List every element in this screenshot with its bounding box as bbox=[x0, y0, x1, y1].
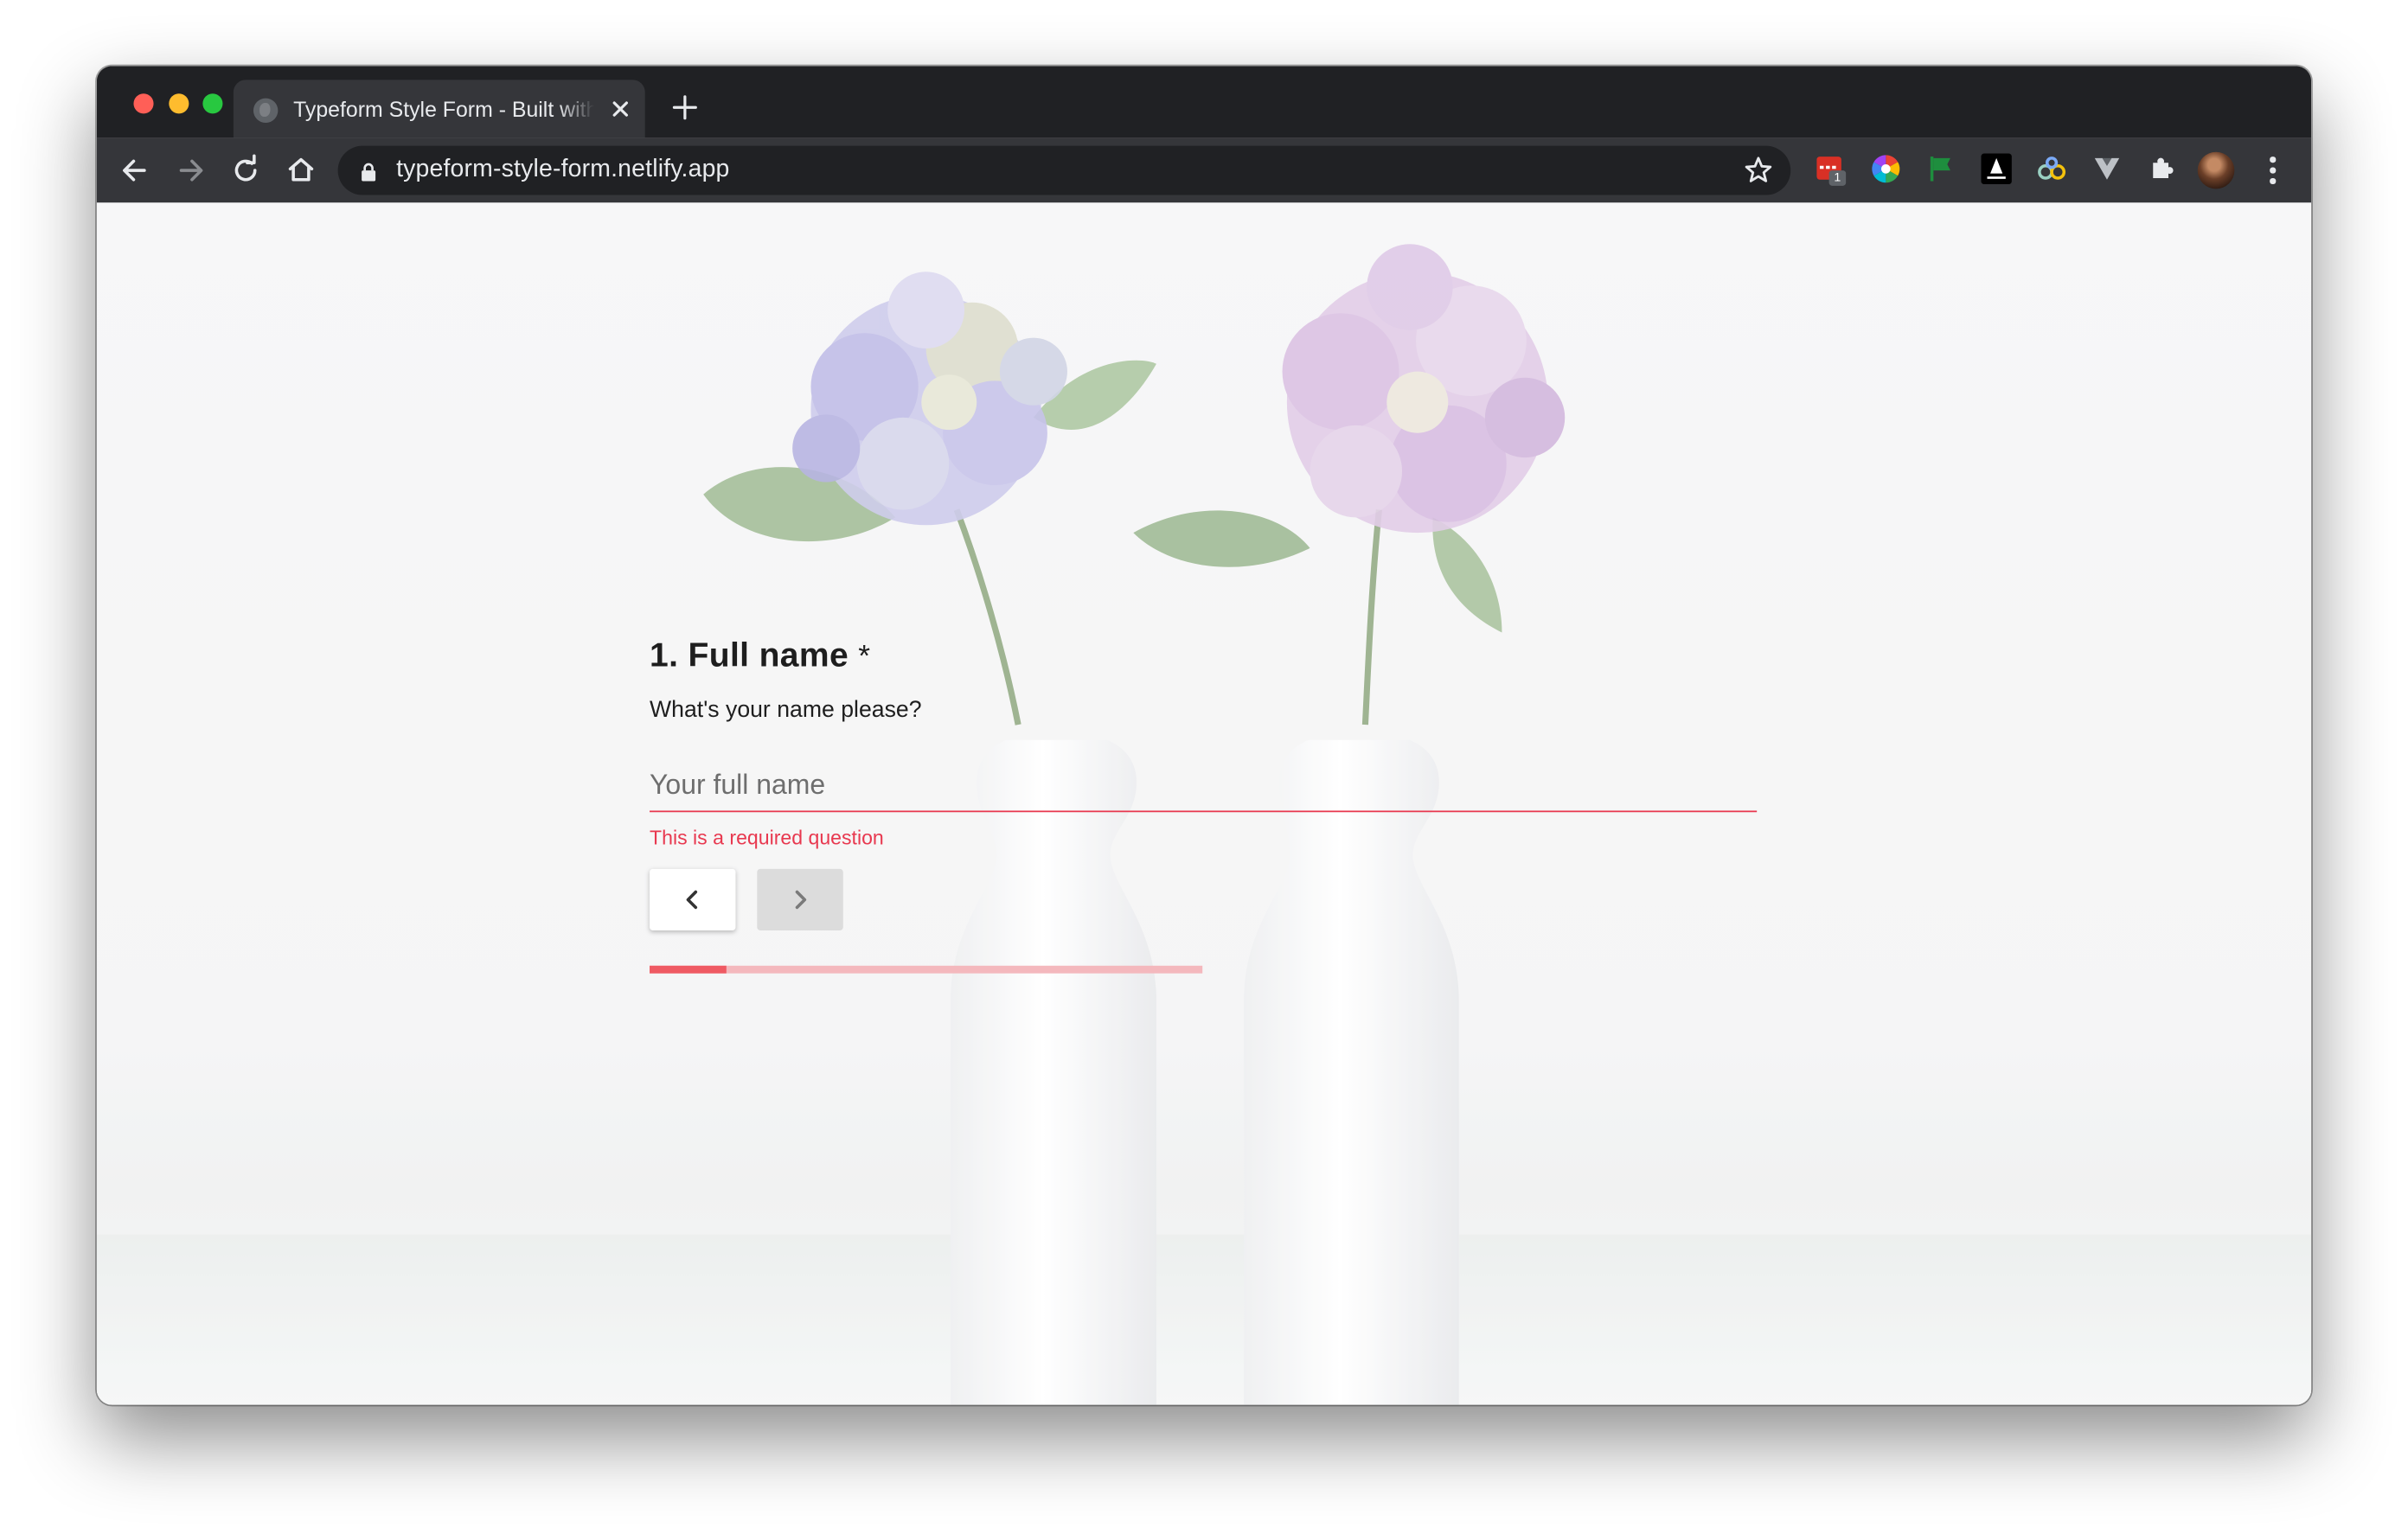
question-title: 1. Full name * bbox=[650, 636, 870, 675]
browser-window: Typeform Style Form - Built with Netlify bbox=[96, 66, 2312, 1405]
color-wheel-extension-icon[interactable] bbox=[1871, 154, 1902, 185]
form-progress-fill bbox=[650, 965, 727, 974]
url-text: typeform-style-form.netlify.app bbox=[396, 157, 730, 183]
next-question-button[interactable] bbox=[757, 868, 843, 930]
chevron-left-icon bbox=[686, 890, 698, 910]
tab-close-icon[interactable] bbox=[606, 95, 634, 123]
full-name-input[interactable] bbox=[650, 758, 1758, 813]
bookmark-star-icon[interactable] bbox=[1741, 154, 1775, 188]
home-icon[interactable] bbox=[281, 150, 321, 190]
profile-avatar[interactable] bbox=[2197, 151, 2235, 189]
astro-extension-icon[interactable] bbox=[1981, 153, 2012, 185]
lock-icon bbox=[361, 161, 376, 182]
zoom-window-button[interactable] bbox=[202, 93, 223, 114]
globe-icon bbox=[253, 98, 279, 124]
more-menu-icon[interactable] bbox=[2261, 154, 2285, 188]
browser-toolbar: typeform-style-form.netlify.app 1 bbox=[96, 137, 2312, 203]
previous-question-button[interactable] bbox=[650, 868, 736, 930]
chevron-right-icon bbox=[795, 890, 807, 910]
forward-arrow-icon[interactable] bbox=[170, 150, 210, 190]
question-number: 1. bbox=[650, 636, 679, 674]
question-label: Full name bbox=[688, 636, 849, 674]
tab-strip: Typeform Style Form - Built with Netlify bbox=[96, 66, 2312, 138]
flag-extension-icon[interactable] bbox=[1925, 154, 1956, 185]
reload-icon[interactable] bbox=[226, 150, 266, 190]
close-window-button[interactable] bbox=[133, 93, 154, 114]
extension-badge: 1 bbox=[1828, 170, 1847, 186]
back-arrow-icon[interactable] bbox=[115, 150, 155, 190]
form-progress-bar bbox=[650, 965, 1203, 974]
page-viewport: 1. Full name * What's your name please? … bbox=[96, 202, 2312, 1405]
required-error-message: This is a required question bbox=[650, 826, 884, 849]
new-tab-button[interactable] bbox=[669, 93, 701, 124]
address-bar[interactable]: typeform-style-form.netlify.app bbox=[337, 145, 1791, 195]
binoculars-extension-icon[interactable] bbox=[2036, 154, 2067, 185]
tab-title: Typeform Style Form - Built with Netlify bbox=[293, 96, 595, 122]
screenshot-stage: Typeform Style Form - Built with Netlify bbox=[0, 0, 2408, 1534]
vue-devtools-icon[interactable] bbox=[2091, 154, 2123, 185]
puzzle-extensions-icon[interactable] bbox=[2147, 154, 2178, 185]
calendar-extension-icon[interactable]: 1 bbox=[1816, 154, 1847, 186]
minimize-window-button[interactable] bbox=[169, 93, 189, 114]
question-description: What's your name please? bbox=[650, 697, 922, 724]
tab-active[interactable]: Typeform Style Form - Built with Netlify bbox=[233, 80, 645, 138]
required-asterisk: * bbox=[858, 640, 871, 674]
